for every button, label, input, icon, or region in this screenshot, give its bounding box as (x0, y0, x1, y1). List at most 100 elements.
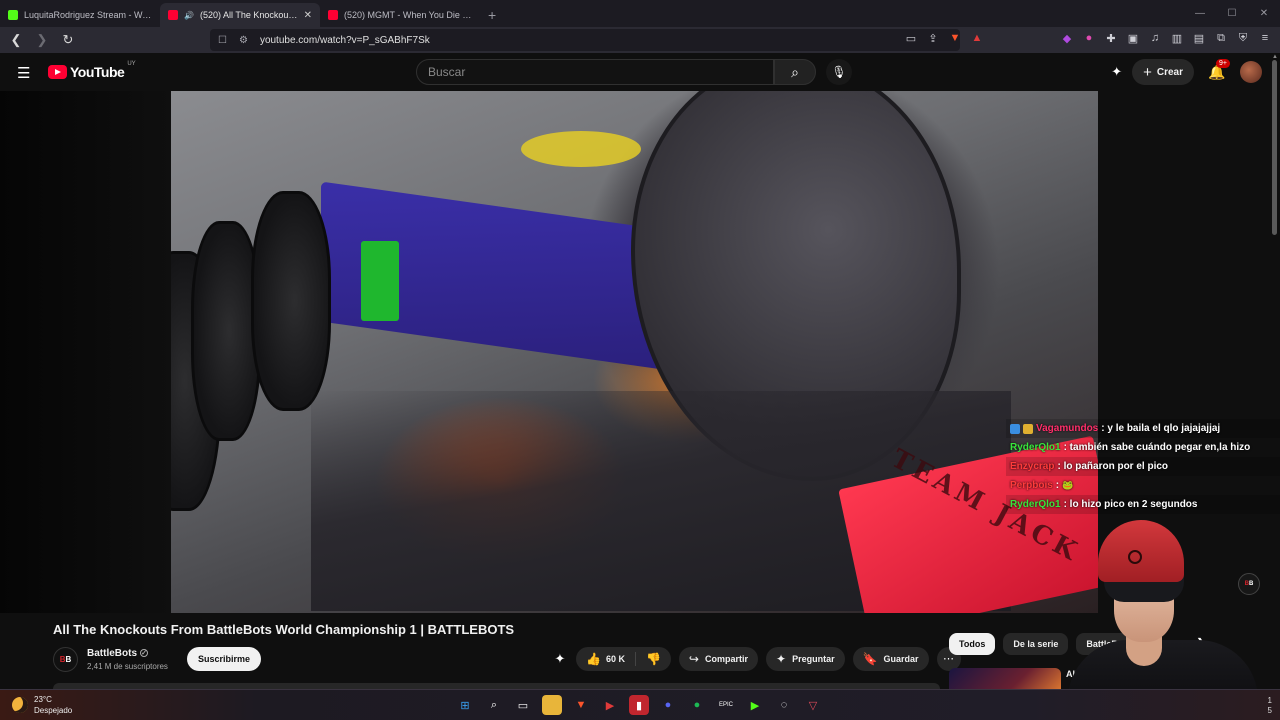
premium-gem-icon[interactable]: ✦ (552, 651, 568, 667)
youtube-header: ☰ YouTube UY ⌕ 🎙 ✦ + Crear 🔔 9+ (0, 53, 1280, 91)
epic-games-icon[interactable]: EPIC (716, 695, 736, 715)
theater-background (0, 91, 171, 613)
media-player-icon[interactable]: ▶ (600, 695, 620, 715)
avatar[interactable] (1240, 61, 1262, 83)
channel-name[interactable]: BattleBots (87, 648, 137, 659)
back-icon[interactable]: ❮ (6, 32, 26, 48)
save-label: Guardar (883, 654, 919, 664)
spotify-icon[interactable]: ● (687, 695, 707, 715)
window-controls: — ☐ ✕ (1184, 0, 1280, 27)
wallet-icon[interactable]: ▤ (1192, 32, 1206, 45)
search-button[interactable]: ⌕ (774, 59, 816, 85)
beanie-logo-icon (1128, 550, 1142, 564)
chat-username: Vagamundos (1036, 423, 1099, 434)
video-player[interactable]: TEAM JACK (171, 91, 1098, 613)
chip-all[interactable]: Todos (949, 633, 996, 655)
thumbs-up-icon: 👍 (586, 652, 601, 666)
video-actions: ✦ 👍 60 K 👎 ↪ Compartir ✦ Preguntar 🔖 Gua… (552, 647, 961, 671)
tab-title: (520) All The Knockouts From (199, 10, 298, 20)
chat-text: : (1055, 480, 1060, 491)
search-input[interactable] (428, 65, 773, 79)
sidebar-icon[interactable]: ▥ (1170, 32, 1184, 45)
weather-widget[interactable]: 23°C Despejado (12, 694, 72, 716)
speaker-icon[interactable]: 🔊 (184, 11, 194, 20)
channel-row: BB BattleBots ✓ 2,41 M de suscriptores S… (53, 645, 261, 673)
dislike-button[interactable]: 👎 (636, 647, 671, 671)
browser-tab-kick[interactable]: LuquitaRodriguez Stream - Watc (0, 3, 160, 27)
app-icon[interactable]: ◌ (774, 695, 794, 715)
streamer-beanie (1098, 520, 1184, 582)
chat-text: : lo pañaron por el pico (1057, 461, 1169, 472)
close-tab-icon[interactable]: ✕ (304, 10, 312, 21)
create-button[interactable]: + Crear (1132, 59, 1194, 85)
app-icon[interactable]: ▽ (803, 695, 823, 715)
channel-avatar[interactable]: BB (53, 646, 78, 672)
notifications-button[interactable]: 🔔 9+ (1204, 58, 1230, 81)
bookmark-icon[interactable]: ☐ (218, 35, 227, 46)
brave-browser-icon[interactable]: ▼ (571, 695, 591, 715)
save-button[interactable]: 🔖 Guardar (852, 647, 929, 671)
extension-icon[interactable]: ● (1082, 32, 1096, 45)
file-explorer-icon[interactable] (542, 695, 562, 715)
forward-icon[interactable]: ❯ (32, 32, 52, 48)
hamburger-menu-icon[interactable]: ☰ (17, 64, 30, 82)
system-tray-clock[interactable]: 1 5 (1268, 696, 1272, 716)
music-icon[interactable]: ♫ (1148, 32, 1162, 45)
puzzle-icon[interactable]: ✚ (1104, 32, 1118, 45)
extensions-bar: ▭ ⇪ ▼ ▲ ◆ ● ✚ ▣ ♫ ▥ ▤ ⧉ ⛨ ≡ (904, 32, 1272, 45)
thumbs-down-icon: 👎 (645, 652, 661, 666)
emote-icon: 🐸 (1062, 480, 1074, 490)
reader-icon[interactable]: ▣ (1126, 32, 1140, 45)
brave-shield-icon[interactable]: ▼ (948, 32, 962, 45)
chat-username: Perpbois (1010, 480, 1053, 491)
voice-search-button[interactable]: 🎙 (826, 59, 852, 85)
chat-message: Perpbois : 🐸 (1006, 476, 1280, 495)
new-tab-button[interactable]: + (480, 7, 504, 27)
browser-tab-youtube[interactable]: (520) MGMT - When You Die (Officia (320, 3, 480, 27)
windows-start-icon[interactable]: ⊞ (455, 695, 475, 715)
cast-icon[interactable]: ▭ (904, 32, 918, 45)
reload-icon[interactable]: ↻ (58, 32, 78, 48)
share-button[interactable]: ↪ Compartir (678, 647, 758, 671)
page-scrollbar[interactable] (1272, 60, 1277, 235)
chat-text: : lo hizo pico en 2 segundos (1063, 499, 1198, 510)
premium-gem-icon[interactable]: ✦ (1111, 64, 1122, 80)
menu-icon[interactable]: ≡ (1258, 32, 1272, 45)
url-field[interactable]: ☐ ⚙ youtube.com/watch?v=P_sGABhF7Sk (210, 29, 960, 51)
chat-message: Enzycrap : lo pañaron por el pico (1006, 457, 1280, 476)
rewards-icon[interactable]: ▲ (970, 32, 984, 45)
search-box[interactable] (416, 59, 774, 85)
discord-icon[interactable]: ● (658, 695, 678, 715)
extension-icon[interactable]: ◆ (1060, 32, 1074, 45)
channel-name-row[interactable]: BattleBots ✓ (87, 648, 168, 659)
chat-message: RyderQlo1 : lo hizo pico en 2 segundos (1006, 495, 1280, 514)
youtube-logo[interactable]: YouTube UY (48, 61, 136, 80)
task-view-icon[interactable]: ▭ (513, 695, 533, 715)
kick-app-icon[interactable]: ▶ (745, 695, 765, 715)
share-icon[interactable]: ⇪ (926, 32, 940, 45)
maximize-button[interactable]: ☐ (1216, 0, 1248, 27)
minimize-button[interactable]: — (1184, 0, 1216, 27)
close-window-button[interactable]: ✕ (1248, 0, 1280, 27)
vpn-icon[interactable]: ⛨ (1236, 32, 1250, 45)
app-icon[interactable]: ▮ (629, 695, 649, 715)
subscribe-button[interactable]: Suscribirme (186, 647, 261, 671)
search-icon[interactable]: ⌕ (484, 695, 504, 715)
share-arrow-icon: ↪ (688, 652, 699, 666)
kick-icon (8, 10, 18, 20)
youtube-play-icon (48, 65, 67, 79)
chip-series[interactable]: De la serie (1003, 633, 1069, 655)
badge-icon (1010, 423, 1020, 434)
tray-date: 5 (1267, 706, 1272, 715)
site-info-icon[interactable]: ⚙ (239, 35, 248, 46)
like-button[interactable]: 👍 60 K (576, 647, 635, 671)
like-dislike-group: 👍 60 K 👎 (576, 647, 671, 671)
video-frame: TEAM JACK (171, 91, 1098, 613)
microphone-icon: 🎙 (831, 65, 847, 79)
arena-marking (521, 131, 641, 167)
screenshot-icon[interactable]: ⧉ (1214, 32, 1228, 45)
ask-button[interactable]: ✦ Preguntar (766, 647, 845, 671)
url-text[interactable]: youtube.com/watch?v=P_sGABhF7Sk (260, 35, 430, 46)
chat-username: Enzycrap (1010, 461, 1055, 472)
browser-tab-youtube-active[interactable]: 🔊 (520) All The Knockouts From ✕ (160, 3, 320, 27)
